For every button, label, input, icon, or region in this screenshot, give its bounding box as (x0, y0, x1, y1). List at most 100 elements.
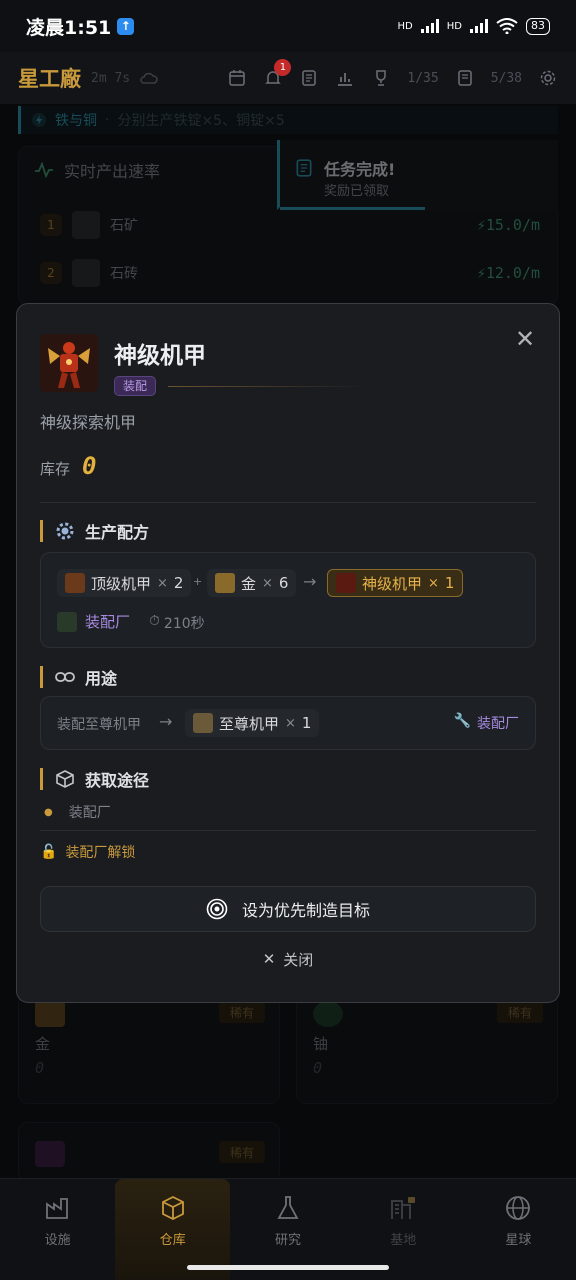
battery-icon: 83 (526, 17, 550, 35)
settings-gear-icon[interactable] (538, 68, 558, 88)
status-time-group: 凌晨1:51 ↑ (26, 13, 135, 40)
trophy-icon[interactable] (371, 68, 391, 88)
recipe-section-header: 生产配方 (40, 520, 149, 542)
arrow-right-icon: → (159, 712, 173, 731)
usage-box[interactable]: 装配至尊机甲 → 至尊机甲 × 1 🔧 装配厂 (40, 696, 536, 750)
app-logo: 星工廠 (18, 67, 81, 91)
recipe-time-value: 210秒 (163, 616, 205, 632)
session-timer: 2m 7s (91, 70, 131, 86)
timer-icon: ⏱ (149, 613, 160, 629)
wrench-icon: 🔧 (453, 713, 471, 729)
unlock-hint: 🔓 装配厂解锁 (40, 842, 135, 862)
divider (40, 502, 536, 503)
output-name: 神级机甲 (362, 574, 423, 593)
source-title: 获取途径 (85, 771, 150, 790)
box-icon (158, 1193, 188, 1223)
close-button[interactable]: ✕ 关闭 (240, 946, 336, 972)
package-icon (56, 770, 74, 788)
status-time: 凌晨1:51 (26, 16, 112, 39)
recipe-input-chip[interactable]: 顶级机甲 × 2 (57, 569, 192, 597)
category-tag: 装配 (114, 376, 157, 396)
plus-sign: + (193, 575, 203, 588)
nav-planet[interactable]: 星球 (461, 1179, 576, 1280)
recipe-input-chip[interactable]: 金 × 6 (207, 569, 297, 597)
output-qty: 1 (444, 574, 455, 592)
god-mech-icon (336, 573, 356, 593)
nav-label: 基地 (390, 1233, 417, 1248)
input-name: 金 (241, 574, 257, 593)
top-icons: 1 1/35 5/38 (227, 59, 558, 88)
times-sign: × (285, 715, 296, 731)
recipe-time: ⏱ 210秒 (149, 613, 205, 633)
status-indicators: HD HD 83 (397, 17, 550, 35)
recipe-facility[interactable]: 装配厂 (57, 611, 130, 632)
game-top-bar: 星工廠 2m 7s 1 1/35 5/38 (0, 52, 576, 104)
facility-name: 装配厂 (85, 613, 131, 631)
input-qty: 6 (278, 574, 289, 592)
globe-icon (503, 1193, 533, 1223)
status-bar: 凌晨1:51 ↑ HD HD 83 (0, 0, 576, 52)
target-name: 至尊机甲 (219, 714, 280, 733)
close-icon: ✕ (262, 950, 276, 968)
stock-label: 库存 (40, 460, 71, 478)
target-qty: 1 (301, 714, 312, 732)
times-sign: × (157, 575, 168, 591)
nav-label: 仓库 (159, 1233, 186, 1248)
signal-icon-2 (470, 19, 488, 33)
usage-facility[interactable]: 🔧 装配厂 (454, 713, 519, 733)
stock-value: 0 (82, 452, 97, 480)
top-mech-icon (65, 573, 85, 593)
supreme-mech-icon (193, 713, 213, 733)
notification-bell-icon[interactable]: 1 (263, 59, 292, 88)
arrow-right-icon: → (303, 572, 317, 591)
notification-count-badge: 1 (274, 59, 292, 76)
source-item-name: 装配厂 (68, 805, 111, 821)
nav-label: 设施 (44, 1233, 71, 1248)
input-qty: 2 (173, 574, 184, 592)
usage-label: 装配至尊机甲 (57, 717, 141, 733)
gold-icon (215, 573, 235, 593)
link-icon (55, 672, 75, 682)
usage-title: 用途 (85, 669, 118, 688)
recipe-output-chip[interactable]: 神级机甲 × 1 (327, 569, 464, 597)
gear-icon (56, 522, 74, 540)
signal-icon-1 (420, 19, 439, 33)
times-sign: × (262, 575, 273, 591)
factory-icon (43, 1193, 73, 1223)
source-item: ● 装配厂 (44, 802, 111, 822)
home-indicator[interactable] (187, 1265, 389, 1270)
source-section-header: 获取途径 (40, 768, 149, 790)
scroll-icon[interactable] (299, 68, 319, 88)
flask-icon (273, 1193, 303, 1223)
close-label: 关闭 (283, 950, 314, 969)
bar-chart-icon[interactable] (335, 68, 355, 88)
stock-display: 库存 0 (40, 452, 96, 480)
unlock-text: 装配厂解锁 (65, 845, 136, 861)
building-lock-icon (388, 1193, 418, 1223)
input-name: 顶级机甲 (91, 574, 152, 593)
god-mech-image (40, 334, 98, 392)
item-description: 神级探索机甲 (40, 413, 137, 432)
nav-facilities[interactable]: 设施 (0, 1179, 115, 1280)
quest-scroll-icon[interactable] (455, 68, 475, 88)
usage-section-header: 用途 (40, 666, 117, 688)
usage-target-chip[interactable]: 至尊机甲 × 1 (185, 709, 320, 737)
net-label-2: HD (446, 20, 462, 32)
set-priority-button[interactable]: 设为优先制造目标 (40, 886, 536, 932)
quest-counter: 5/38 (490, 70, 522, 86)
calendar-icon[interactable] (227, 68, 247, 88)
bullet-icon: ● (44, 806, 53, 818)
net-label-1: HD (397, 20, 413, 32)
close-icon[interactable]: ✕ (512, 326, 538, 352)
cloud-icon (140, 72, 158, 84)
recipe-box: 顶级机甲 × 2 + 金 × 6 → 神级机甲 × 1 装配厂 ⏱ 210秒 (40, 552, 536, 648)
target-icon (206, 898, 228, 920)
set-priority-label: 设为优先制造目标 (241, 901, 370, 920)
modal-title: 神级机甲 (114, 343, 206, 369)
assembler-icon (57, 611, 77, 632)
divider (40, 830, 536, 831)
nav-label: 星球 (505, 1233, 532, 1248)
lock-icon: 🔓 (40, 844, 58, 860)
achievement-counter: 1/35 (407, 70, 439, 86)
upload-icon: ↑ (117, 17, 135, 35)
